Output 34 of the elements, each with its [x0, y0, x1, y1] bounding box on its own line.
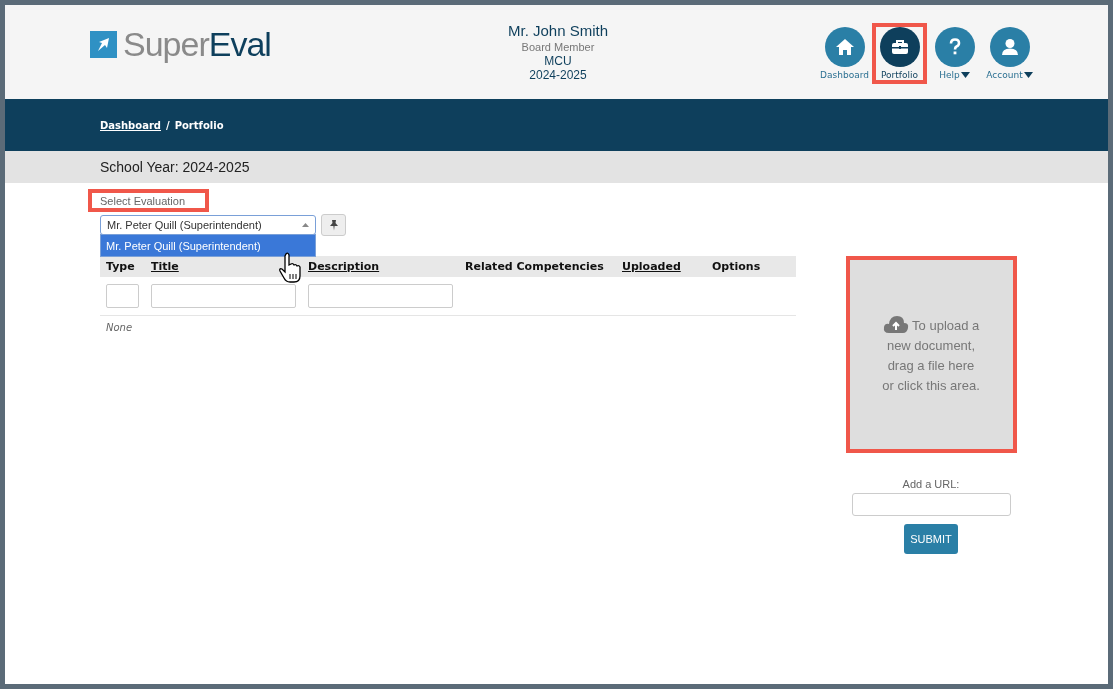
upload-drop-area[interactable]: To upload a new document, drag a file here or click this area. — [845, 256, 1017, 453]
caret-icon — [302, 223, 309, 227]
submit-button[interactable]: SUBMIT — [904, 524, 958, 554]
caret-icon — [960, 72, 970, 78]
cloud-upload-icon — [882, 313, 909, 334]
breadcrumb-current: Portfolio — [174, 119, 224, 131]
dropdown-option[interactable]: Mr. Peter Quill (Superintendent) — [101, 235, 315, 256]
breadcrumb-separator: / — [166, 119, 170, 131]
column-header: Related Competencies — [464, 260, 605, 273]
breadcrumb-link[interactable]: Dashboard — [100, 119, 161, 131]
user-role: Board Member — [520, 40, 596, 54]
url-label: Add a URL: — [902, 478, 960, 490]
caret-icon — [1023, 72, 1033, 78]
select-label: Select Evaluation — [88, 189, 209, 212]
column-header[interactable]: Description — [302, 260, 459, 273]
filter-field[interactable] — [308, 284, 453, 308]
evaluation-select[interactable]: Mr. Peter Quill (Superintendent) — [100, 215, 316, 235]
nav-button[interactable]: Dashboard — [817, 23, 872, 84]
url-input-field[interactable] — [851, 493, 1011, 516]
nav-button[interactable]: Account — [982, 23, 1037, 84]
filter-field[interactable] — [151, 284, 296, 308]
logo: SuperEval — [90, 25, 271, 64]
organization-name: MCU — [543, 54, 573, 68]
column-header: Type — [105, 260, 136, 273]
column-header[interactable]: Uploaded — [616, 260, 706, 273]
pin-button[interactable] — [321, 214, 346, 236]
nav-button[interactable]: Portfolio — [872, 23, 927, 84]
school-year-title: School Year: 2024-2025 — [100, 159, 250, 175]
empty-message: None — [105, 321, 134, 335]
user-name: Mr. John Smith — [506, 22, 609, 40]
column-header: Options — [711, 260, 762, 273]
filter-field[interactable] — [106, 284, 139, 308]
nav-button[interactable]: Help — [927, 23, 982, 84]
school-year-label: 2024-2025 — [528, 68, 588, 82]
